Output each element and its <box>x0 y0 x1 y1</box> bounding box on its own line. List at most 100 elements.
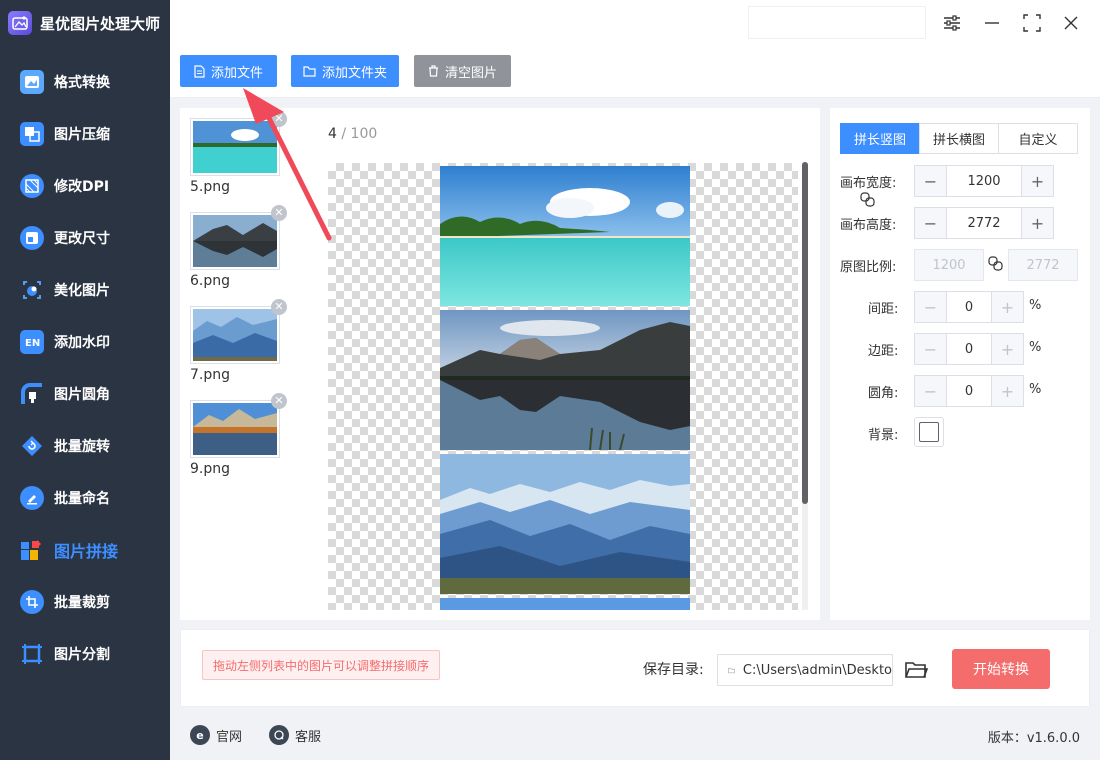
file-list-item[interactable]: ✕ 5.png <box>190 111 287 195</box>
preview-canvas <box>328 163 798 610</box>
preview-image-lake <box>440 310 690 451</box>
background-color-swatch <box>919 422 939 442</box>
sidebar-item-rotate[interactable]: 批量旋转 <box>0 426 170 466</box>
file-thumbnail[interactable]: ✕ <box>190 111 287 176</box>
file-thumbnail[interactable]: ✕ <box>190 299 287 364</box>
sidebar-item-split[interactable]: 图片分割 <box>0 634 170 674</box>
remove-file-icon[interactable]: ✕ <box>271 299 287 315</box>
spacing-value[interactable]: 0 <box>947 292 991 322</box>
settings-sliders-icon[interactable] <box>939 10 965 36</box>
margin-stepper[interactable]: − 0 + <box>914 333 1024 365</box>
sidebar-item-round-corner[interactable]: 图片圆角 <box>0 374 170 414</box>
file-list-item[interactable]: ✕ 9.png <box>190 393 287 477</box>
preview-image-autumn-lake <box>440 598 690 610</box>
canvas-height-label: 画布高度: <box>840 218 897 233</box>
support-link[interactable]: 客服 <box>269 725 321 745</box>
preview-scrollbar-thumb[interactable] <box>802 162 808 504</box>
file-name: 9.png <box>190 461 231 477</box>
sidebar-item-crop[interactable]: 批量裁剪 <box>0 582 170 622</box>
sidebar-item-format-convert[interactable]: 格式转换 <box>0 62 170 102</box>
sidebar-item-label: 修改DPI <box>54 179 110 195</box>
toolbar: 添加文件 添加文件夹 清空图片 <box>170 46 1100 98</box>
chat-icon <box>269 725 289 745</box>
preview-scrollbar[interactable] <box>802 162 808 610</box>
close-icon[interactable] <box>1058 10 1084 36</box>
tab-custom[interactable]: 自定义 <box>998 123 1078 154</box>
tab-vertical-stitch[interactable]: 拼长竖图 <box>840 123 920 154</box>
remove-file-icon[interactable]: ✕ <box>271 111 287 127</box>
increase-button[interactable]: + <box>991 334 1023 364</box>
reorder-hint: 拖动左侧列表中的图片可以调整拼接顺序 <box>202 650 441 680</box>
sidebar-item-label: 批量裁剪 <box>54 595 110 611</box>
canvas-height-stepper[interactable]: − 2772 + <box>914 207 1054 239</box>
remove-file-icon[interactable]: ✕ <box>271 393 287 409</box>
canvas-width-value[interactable]: 1200 <box>947 166 1021 196</box>
sidebar-item-stitch[interactable]: 图片拼接 <box>0 530 170 570</box>
increase-button[interactable]: + <box>1021 166 1053 196</box>
start-convert-button[interactable]: 开始转换 <box>952 649 1050 689</box>
stitch-icon <box>20 538 44 562</box>
spacing-stepper[interactable]: − 0 + <box>914 291 1024 323</box>
background-color-picker[interactable] <box>914 417 944 447</box>
canvas-width-stepper[interactable]: − 1200 + <box>914 165 1054 197</box>
minimize-icon[interactable] <box>979 10 1005 36</box>
maximize-icon[interactable] <box>1019 10 1045 36</box>
decrease-button[interactable]: − <box>915 376 947 406</box>
remove-file-icon[interactable]: ✕ <box>271 205 287 221</box>
rotate-icon <box>20 434 44 458</box>
tab-horizontal-stitch[interactable]: 拼长横图 <box>919 123 999 154</box>
add-folder-label: 添加文件夹 <box>321 65 387 81</box>
radius-stepper[interactable]: − 0 + <box>914 375 1024 407</box>
footer: e 官网 客服 版本：v1.6.0.0 <box>170 712 1100 760</box>
sidebar-item-watermark[interactable]: EN 添加水印 <box>0 322 170 362</box>
decrease-button[interactable]: − <box>915 166 947 196</box>
file-list-item[interactable]: ✕ 7.png <box>190 299 287 383</box>
folder-icon <box>303 65 316 77</box>
resize-icon <box>20 226 44 250</box>
link-icon[interactable] <box>860 192 876 208</box>
sidebar-item-dpi[interactable]: 修改DPI <box>0 166 170 206</box>
decrease-button[interactable]: − <box>915 292 947 322</box>
open-folder-icon[interactable] <box>903 657 929 683</box>
file-thumbnail[interactable]: ✕ <box>190 205 287 270</box>
increase-button[interactable]: + <box>1021 208 1053 238</box>
dpi-icon <box>20 174 44 198</box>
title-search-box[interactable] <box>748 6 926 39</box>
sidebar-item-resize[interactable]: 更改尺寸 <box>0 218 170 258</box>
radius-value[interactable]: 0 <box>947 376 991 406</box>
sidebar-item-label: 图片压缩 <box>54 127 110 143</box>
save-dir-field[interactable]: C:\Users\admin\Deskto <box>717 654 893 686</box>
file-thumbnail[interactable]: ✕ <box>190 393 287 458</box>
sidebar-item-rename[interactable]: 批量命名 <box>0 478 170 518</box>
ratio-label: 原图比例: <box>840 260 897 275</box>
canvas-height-value[interactable]: 2772 <box>947 208 1021 238</box>
rename-icon <box>20 486 44 510</box>
website-label: 官网 <box>216 729 243 745</box>
sidebar-item-label: 添加水印 <box>54 335 110 351</box>
increase-button[interactable]: + <box>991 376 1023 406</box>
add-folder-button[interactable]: 添加文件夹 <box>291 55 399 87</box>
image-counter: 4 / 100 <box>328 126 377 142</box>
margin-label: 边距: <box>868 344 899 359</box>
image-count-separator: / <box>336 126 351 142</box>
app-title: 星优图片处理大师 <box>40 14 161 33</box>
support-label: 客服 <box>295 729 322 745</box>
sidebar-item-label: 格式转换 <box>54 75 110 91</box>
website-link[interactable]: e 官网 <box>190 725 242 745</box>
clear-images-button[interactable]: 清空图片 <box>414 55 511 87</box>
sidebar-item-compress[interactable]: 图片压缩 <box>0 114 170 154</box>
margin-value[interactable]: 0 <box>947 334 991 364</box>
save-dir-label: 保存目录: <box>643 662 704 678</box>
file-icon <box>194 64 205 78</box>
file-list-item[interactable]: ✕ 6.png <box>190 205 287 289</box>
beach-thumbnail-image <box>193 121 277 173</box>
decrease-button[interactable]: − <box>915 208 947 238</box>
decrease-button[interactable]: − <box>915 334 947 364</box>
sidebar-item-beautify[interactable]: 美化图片 <box>0 270 170 310</box>
ratio-height-field: 2772 <box>1008 249 1078 281</box>
add-file-button[interactable]: 添加文件 <box>180 55 277 87</box>
spacing-unit: % <box>1029 298 1042 313</box>
sidebar-item-label: 批量旋转 <box>54 439 110 455</box>
increase-button[interactable]: + <box>991 292 1023 322</box>
file-name: 7.png <box>190 367 231 383</box>
